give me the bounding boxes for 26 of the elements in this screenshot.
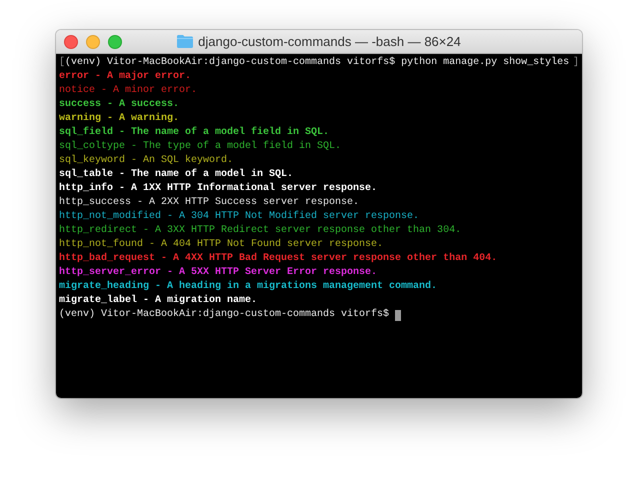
prompt-line: (venv) Vitor-MacBookAir:django-custom-commands vitorfs$ [59,308,390,322]
output-line: sql_table - The name of a model in SQL. [59,168,294,182]
output-line: success - A success. [59,98,180,112]
output-line: migrate_label - A migration name. [59,294,258,308]
output-line: migrate_heading - A heading in a migrations management command. [59,280,438,294]
output-line: http_not_found - A 404 HTTP Not Found server response. [59,238,384,252]
output-line: warning - A warning. [59,112,180,126]
output-line: http_server_error - A 5XX HTTP Server Error response. [59,266,378,280]
line-mark: ] [572,56,579,70]
zoom-button[interactable] [108,34,122,48]
folder-icon [177,35,194,48]
command-line: (venv) Vitor-MacBookAir:django-custom-commands vitorfs$ python manage.py show_styles [65,56,570,70]
close-button[interactable] [64,34,78,48]
output-line: notice - A minor error. [59,84,198,98]
output-line: http_redirect - A 3XX HTTP Redirect server response other than 304. [59,224,462,238]
output-line: http_success - A 2XX HTTP Success server response. [59,196,360,210]
output-line: http_not_modified - A 304 HTTP Not Modified server response. [59,210,420,224]
output-line: http_bad_request - A 4XX HTTP Bad Request server response other than 404. [59,252,498,266]
output-line: sql_keyword - An SQL keyword. [59,154,234,168]
minimize-button[interactable] [86,34,100,48]
output-line: sql_coltype - The type of a model field in SQL. [59,140,342,154]
output-line: http_info - A 1XX HTTP Informational server response. [59,182,378,196]
output-line: sql_field - The name of a model field in SQL. [59,126,330,140]
line-mark: [ [59,56,66,70]
output-line: error - A major error. [59,70,192,84]
window-title: django-custom-commands — -bash — 86×24 [198,34,461,49]
